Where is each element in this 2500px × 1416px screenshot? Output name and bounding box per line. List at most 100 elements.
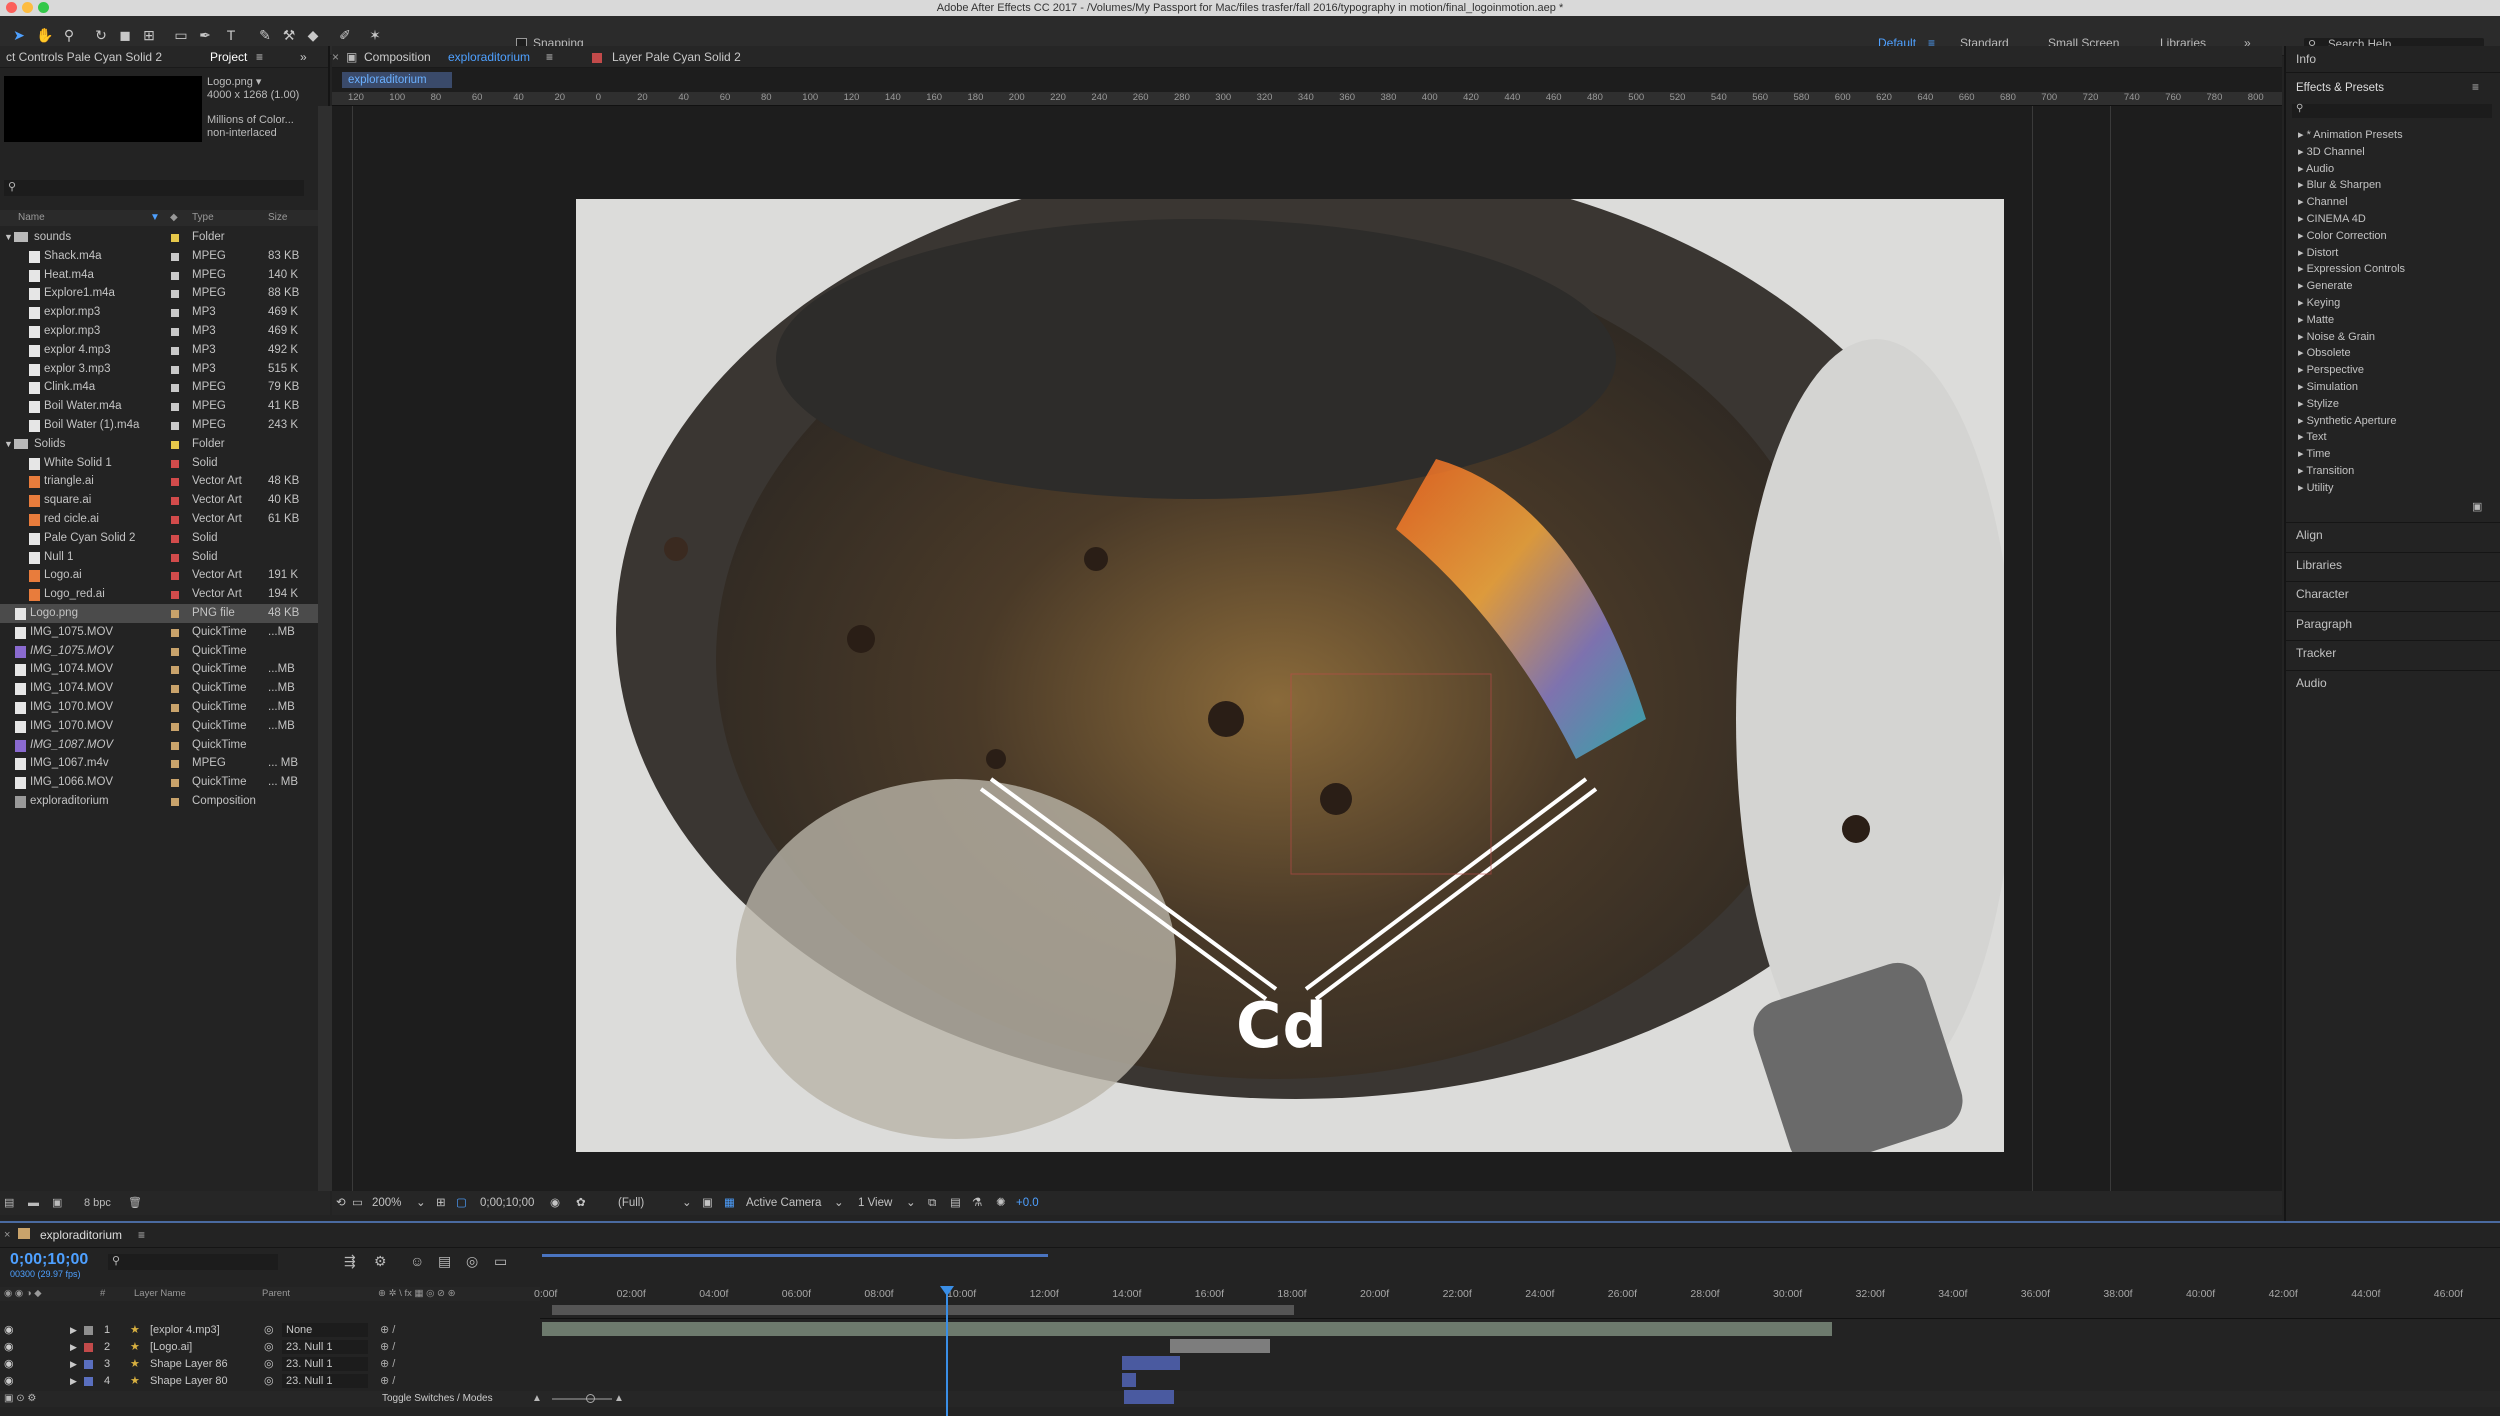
project-item[interactable]: red cicle.ai Vector Art 61 KB <box>0 510 330 529</box>
close-tab-icon[interactable]: × <box>332 46 339 68</box>
panel-menu-icon[interactable]: ≡ <box>2472 80 2479 94</box>
column-layer-name[interactable]: Layer Name <box>134 1287 186 1301</box>
panel-libraries[interactable]: Libraries <box>2296 558 2342 572</box>
graph-editor-icon[interactable]: ▭ <box>494 1253 507 1270</box>
close-tab-icon[interactable]: × <box>4 1229 10 1241</box>
project-item[interactable]: exploraditorium Composition <box>0 792 330 811</box>
layer-3-bar[interactable] <box>1122 1356 1180 1370</box>
project-item[interactable]: Shack.m4a MPEG 83 KB <box>0 247 330 266</box>
layer-name[interactable]: [Logo.ai] <box>150 1339 192 1356</box>
tab-effect-controls[interactable]: ct Controls Pale Cyan Solid 2 <box>6 50 162 64</box>
label-color-swatch[interactable] <box>171 722 179 731</box>
comp-flowchart-tab[interactable]: exploraditorium <box>342 72 452 88</box>
effects-category[interactable]: ▸ Channel <box>2298 195 2348 208</box>
effects-category[interactable]: ▸ Time <box>2298 447 2330 460</box>
project-item[interactable]: triangle.ai Vector Art 48 KB <box>0 472 330 491</box>
project-item[interactable]: explor 3.mp3 MP3 515 K <box>0 360 330 379</box>
timeline-layer-row[interactable]: ◉ ▶ 2 ★ [Logo.ai] ◎ 23. Null 1 ⊕ / <box>0 1339 540 1356</box>
effects-category[interactable]: ▸ Color Correction <box>2298 229 2387 242</box>
footage-name[interactable]: Logo.png ▾ <box>207 76 299 89</box>
panel-tracker[interactable]: Tracker <box>2296 646 2336 660</box>
label-color-swatch[interactable] <box>171 628 179 637</box>
layer-switches[interactable]: ⊕ / <box>380 1356 395 1373</box>
project-item[interactable]: IMG_1070.MOV QuickTime ...MB <box>0 698 330 717</box>
layer-name[interactable]: Shape Layer 86 <box>150 1356 228 1373</box>
project-item[interactable]: explor.mp3 MP3 469 K <box>0 303 330 322</box>
layer-label-swatch[interactable] <box>84 1343 93 1352</box>
zoom-tool-icon[interactable]: ⚲ <box>60 26 78 44</box>
effects-category[interactable]: ▸ 3D Channel <box>2298 145 2365 158</box>
project-item[interactable]: Explore1.m4a MPEG 88 KB <box>0 284 330 303</box>
tab-composition-name[interactable]: exploraditorium <box>448 46 530 68</box>
new-comp-icon[interactable]: ▣ <box>52 1191 62 1215</box>
disclosure-triangle-icon[interactable]: ▼ <box>4 435 13 454</box>
label-color-swatch[interactable] <box>171 741 179 750</box>
exposure-reset-icon[interactable]: ✺ <box>996 1191 1006 1215</box>
project-item[interactable]: Logo.png PNG file 48 KB <box>0 604 330 623</box>
effects-category[interactable]: ▸ Obsolete <box>2298 346 2351 359</box>
visibility-eye-icon[interactable]: ◉ <box>4 1339 14 1356</box>
project-item[interactable]: Logo_red.ai Vector Art 194 K <box>0 585 330 604</box>
label-column-icon[interactable]: ◆ <box>170 210 178 226</box>
layer-1-bar[interactable] <box>542 1322 1832 1336</box>
label-color-swatch[interactable] <box>171 328 179 336</box>
parent-select[interactable]: None <box>282 1323 368 1337</box>
chevron-down-icon[interactable]: ⌄ <box>416 1191 426 1215</box>
project-item[interactable]: IMG_1087.MOV QuickTime <box>0 736 330 755</box>
region-icon[interactable]: ▭ <box>352 1191 363 1215</box>
timeline-comp-tab[interactable]: exploraditorium <box>40 1228 122 1242</box>
column-type[interactable]: Type <box>192 210 214 226</box>
project-item[interactable]: explor.mp3 MP3 469 K <box>0 322 330 341</box>
expand-layer-icon[interactable]: ▶ <box>70 1339 77 1356</box>
layer-switches[interactable]: ⊕ / <box>380 1339 395 1356</box>
label-color-swatch[interactable] <box>171 440 179 449</box>
project-item[interactable]: Clink.m4a MPEG 79 KB <box>0 378 330 397</box>
panel-paragraph[interactable]: Paragraph <box>2296 617 2352 631</box>
label-color-swatch[interactable] <box>171 704 179 712</box>
project-item[interactable]: Heat.m4a MPEG 140 K <box>0 266 330 285</box>
overlay-text-cd[interactable]: Cd <box>1236 989 1328 1062</box>
roto-brush-tool-icon[interactable]: ✐ <box>336 26 354 44</box>
layer-switches[interactable]: ⊕ / <box>380 1322 395 1339</box>
draft-3d-icon[interactable]: ⚙ <box>374 1253 387 1270</box>
project-item[interactable]: Logo.ai Vector Art 191 K <box>0 566 330 585</box>
panel-menu-icon[interactable]: ≡ <box>256 46 263 68</box>
tab-composition-label[interactable]: Composition <box>364 46 431 68</box>
project-item[interactable]: Boil Water (1).m4a MPEG 243 K <box>0 416 330 435</box>
parent-select[interactable]: 23. Null 1 <box>282 1340 368 1354</box>
parent-select[interactable]: 23. Null 1 <box>282 1357 368 1371</box>
always-preview-icon[interactable]: ⟲ <box>336 1191 346 1215</box>
project-item[interactable]: IMG_1075.MOV QuickTime ...MB <box>0 623 330 642</box>
label-color-swatch[interactable] <box>171 666 179 675</box>
work-area-bar[interactable] <box>542 1254 1048 1257</box>
column-parent[interactable]: Parent <box>262 1287 290 1301</box>
camera-tool-icon[interactable]: ◼ <box>116 26 134 44</box>
label-color-swatch[interactable] <box>171 516 179 524</box>
layer-label-swatch[interactable] <box>84 1377 93 1386</box>
timeline-tracks[interactable]: 0:00f 02:00f 04:00f 06:00f 08:00f 10:00f 12:00… <box>534 1248 2500 1416</box>
tab-layer[interactable]: Layer Pale Cyan Solid 2 <box>612 46 741 68</box>
motion-blur-icon[interactable]: ◎ <box>466 1253 478 1270</box>
brush-tool-icon[interactable]: ✎ <box>256 26 274 44</box>
frame-blending-icon[interactable]: ▤ <box>438 1253 451 1270</box>
layer-label-swatch[interactable] <box>84 1360 93 1369</box>
shy-icon[interactable]: ☺ <box>410 1253 424 1269</box>
project-item[interactable]: explor 4.mp3 MP3 492 K <box>0 341 330 360</box>
new-bin-icon[interactable]: ▣ <box>2472 500 2482 513</box>
pick-whip-icon[interactable]: ◎ <box>264 1322 274 1339</box>
eraser-tool-icon[interactable]: ◆ <box>304 26 322 44</box>
selection-tool-icon[interactable]: ➤ <box>10 26 28 44</box>
effects-presets-header[interactable]: Effects & Presets <box>2296 82 2384 94</box>
panel-audio[interactable]: Audio <box>2296 676 2327 690</box>
label-color-swatch[interactable] <box>171 365 179 374</box>
label-color-swatch[interactable] <box>171 534 179 543</box>
current-time-field[interactable]: 0;00;10;00 <box>480 1191 534 1215</box>
comp-tab-menu-icon[interactable]: ≡ <box>546 46 553 68</box>
project-item[interactable]: IMG_1075.MOV QuickTime <box>0 642 330 661</box>
project-item[interactable]: IMG_1066.MOV QuickTime ... MB <box>0 773 330 792</box>
label-color-swatch[interactable] <box>171 234 179 242</box>
expand-layer-icon[interactable]: ▶ <box>70 1356 77 1373</box>
clone-stamp-tool-icon[interactable]: ⚒ <box>280 26 298 44</box>
column-size[interactable]: Size <box>268 210 287 226</box>
zoom-slider-handle[interactable] <box>586 1394 595 1403</box>
